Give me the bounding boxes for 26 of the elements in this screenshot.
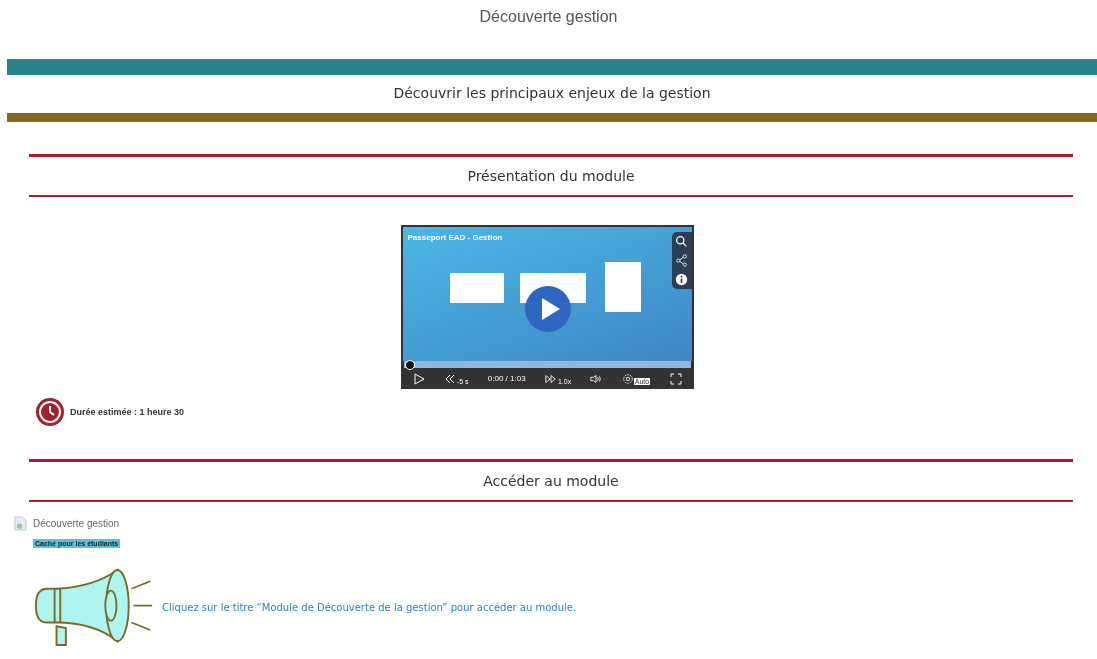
page-title: Découverte gestion <box>478 7 619 27</box>
search-icon[interactable] <box>675 235 688 248</box>
share-icon[interactable] <box>675 254 688 267</box>
resource-link[interactable]: Découverte gestion <box>33 518 120 529</box>
logo-placeholder <box>449 273 504 303</box>
play-icon[interactable] <box>412 372 425 385</box>
time-display: 0:00 / 1:03 <box>487 374 526 383</box>
progress-track[interactable] <box>403 361 691 368</box>
instruction-text: Cliquez sur le titre “Module de Découverte de la gestion” pour accéder au module. <box>162 602 577 613</box>
speed-icon[interactable] <box>544 372 557 385</box>
section-heading: Présentation du module <box>29 154 1073 197</box>
banner-title: Découvrir les principaux enjeux de la gestion <box>392 84 712 103</box>
info-icon[interactable] <box>675 273 688 286</box>
megaphone-icon <box>34 568 154 647</box>
duration-text: Durée estimée : 1 heure 30 <box>70 407 185 417</box>
logo-placeholder <box>604 262 641 312</box>
progress-handle[interactable] <box>404 360 415 370</box>
clock-icon <box>35 397 65 427</box>
video-title: Passeport EAD - Gestion <box>407 233 503 242</box>
settings-icon[interactable] <box>621 372 634 385</box>
section-heading: Accéder au module <box>29 459 1073 502</box>
volume-icon[interactable] <box>590 372 603 385</box>
file-icon <box>14 516 27 531</box>
fullscreen-icon[interactable] <box>669 372 682 385</box>
rewind-icon[interactable] <box>443 372 456 385</box>
play-icon[interactable] <box>524 286 571 332</box>
